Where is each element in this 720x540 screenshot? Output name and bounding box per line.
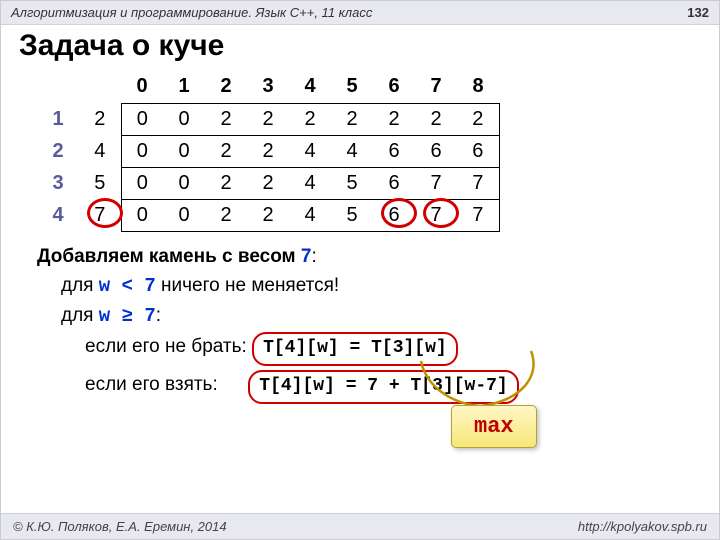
max-callout: max — [451, 405, 537, 448]
table-row: 1 2 0 0 2 2 2 2 2 2 2 — [37, 103, 499, 135]
slide-header: Алгоритмизация и программирование. Язык … — [1, 1, 719, 25]
footer-url: http://kpolyakov.spb.ru — [578, 519, 707, 534]
explanation-text: Добавляем камень с весом 7: для w < 7 ни… — [1, 232, 719, 404]
page-number: 132 — [687, 5, 709, 20]
dp-table: 0 1 2 3 4 5 6 7 8 1 2 0 0 2 2 2 2 2 2 2 … — [1, 71, 719, 232]
table-header-row: 0 1 2 3 4 5 6 7 8 — [37, 71, 499, 103]
table-row: 4 7 0 0 2 2 4 5 6 7 7 — [37, 199, 499, 231]
header-text: Алгоритмизация и программирование. Язык … — [11, 5, 372, 20]
text-line: если его взять: T[4][w] = 7 + T[3][w-7] — [37, 370, 695, 404]
table-row: 3 5 0 0 2 2 4 5 6 7 7 — [37, 167, 499, 199]
formula-take: T[4][w] = 7 + T[3][w-7] — [248, 370, 518, 404]
text-line: для w < 7 ничего не меняется! — [37, 271, 695, 301]
text-line: если его не брать: T[4][w] = T[3][w] — [37, 332, 695, 366]
table-row: 2 4 0 0 2 2 4 4 6 6 6 — [37, 135, 499, 167]
copyright: © К.Ю. Поляков, Е.А. Еремин, 2014 — [13, 519, 227, 534]
slide-footer: © К.Ю. Поляков, Е.А. Еремин, 2014 http:/… — [1, 513, 719, 539]
text-line: Добавляем камень с весом 7: — [37, 242, 695, 271]
page-title: Задача о куче — [1, 25, 719, 71]
formula-not-take: T[4][w] = T[3][w] — [252, 332, 458, 366]
text-line: для w ≥ 7: — [37, 301, 695, 331]
